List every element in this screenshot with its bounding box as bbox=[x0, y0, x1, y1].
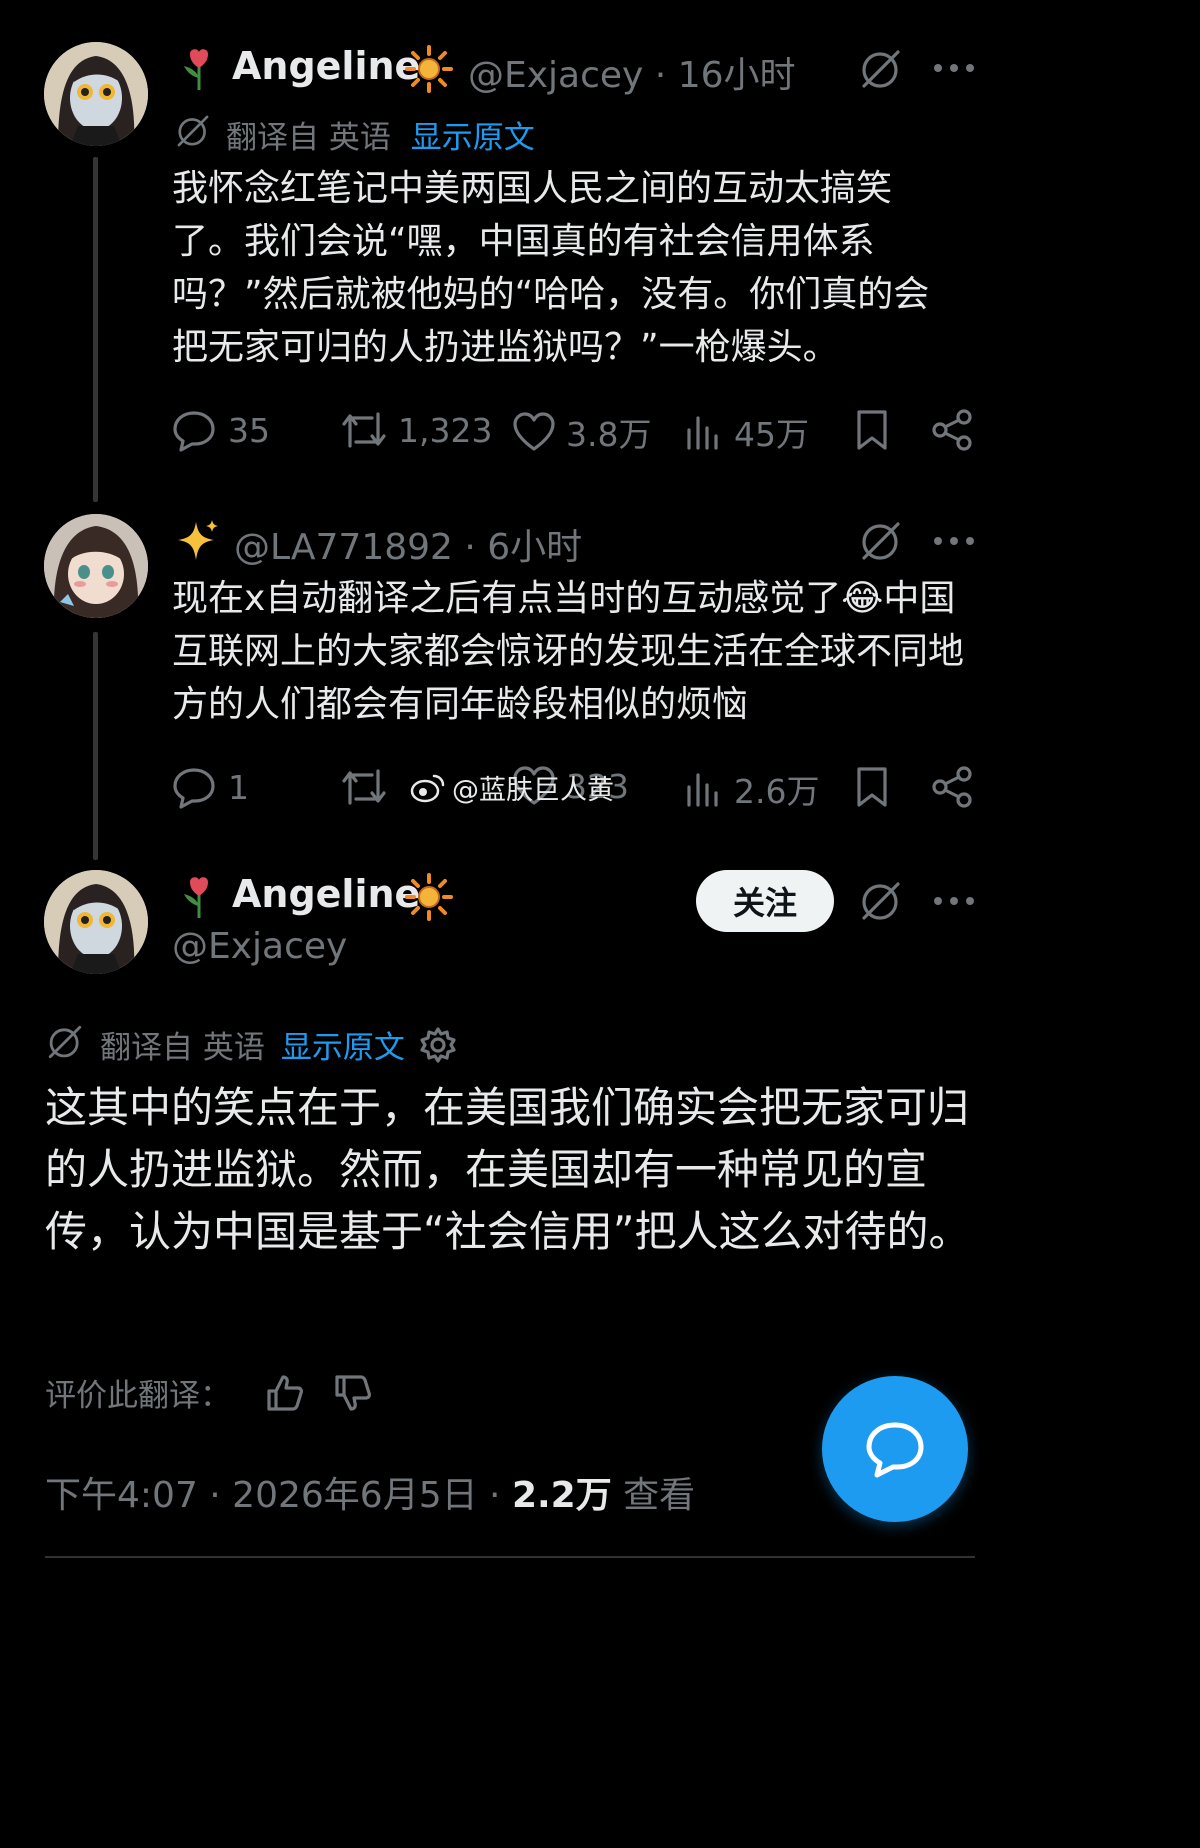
views-button[interactable]: 45万 bbox=[684, 408, 809, 456]
sun-icon bbox=[404, 44, 454, 98]
retweet-icon[interactable] bbox=[340, 765, 388, 813]
more-icon[interactable] bbox=[934, 537, 974, 545]
author-name[interactable]: Angeline bbox=[232, 44, 420, 88]
share-icon[interactable] bbox=[930, 765, 974, 813]
avatar[interactable] bbox=[44, 514, 148, 618]
grok-icon[interactable] bbox=[858, 46, 904, 96]
sun-icon bbox=[404, 872, 454, 926]
more-icon[interactable] bbox=[934, 897, 974, 905]
share-icon[interactable] bbox=[930, 408, 974, 456]
gear-icon[interactable] bbox=[419, 1026, 457, 1064]
bookmark-icon[interactable] bbox=[854, 408, 890, 456]
grok-icon[interactable] bbox=[858, 518, 904, 568]
translated-from: 翻译自 英语 bbox=[226, 120, 391, 156]
translated-from: 翻译自 英语 bbox=[100, 1030, 265, 1066]
views-button[interactable]: 2.6万 bbox=[684, 765, 819, 813]
reply-button[interactable]: 1 bbox=[172, 765, 249, 809]
avatar[interactable] bbox=[44, 870, 148, 974]
tweet-meta: 下午4:07 · 2026年6月5日 · 2.2万 查看 bbox=[45, 1466, 695, 1518]
retweet-icon bbox=[342, 412, 386, 448]
author-handle[interactable]: @Exjacey bbox=[172, 926, 347, 967]
author-name[interactable]: Angeline bbox=[232, 872, 420, 916]
author-handle[interactable]: @LA771892 · 6小时 bbox=[234, 518, 582, 570]
retweet-count: 1,323 bbox=[398, 410, 493, 450]
like-button[interactable]: 3.8万 bbox=[512, 408, 651, 456]
grok-icon[interactable] bbox=[858, 878, 904, 928]
thumbs-up-icon[interactable] bbox=[265, 1373, 305, 1413]
thread-line bbox=[93, 632, 98, 860]
more-icon[interactable] bbox=[934, 64, 974, 72]
watermark-text: @蓝肤巨人黄 bbox=[452, 775, 614, 806]
reply-icon bbox=[173, 768, 215, 809]
translation-notice: 翻译自 英语 显示原文 bbox=[100, 1022, 457, 1067]
like-icon bbox=[513, 412, 555, 451]
weibo-icon bbox=[410, 774, 445, 802]
follow-button[interactable]: 关注 bbox=[696, 870, 834, 932]
tweet-timestamp[interactable]: 下午4:07 · 2026年6月5日 · bbox=[45, 1475, 512, 1516]
tweet-text: 现在x自动翻译之后有点当时的互动感觉了😂中国互联网上的大家都会惊讶的发现生活在全… bbox=[172, 578, 965, 725]
compose-reply-button[interactable] bbox=[822, 1376, 968, 1522]
view-count: 2.2万 bbox=[511, 1475, 612, 1516]
thread-line bbox=[93, 157, 98, 502]
tweet-text: 我怀念红笔记中美两国人民之间的互动太搞笑了。我们会说“嘿，中国真的有社会信用体系… bbox=[172, 168, 930, 368]
translate-icon bbox=[174, 112, 212, 154]
compose-reply-icon bbox=[866, 1422, 924, 1478]
views-icon bbox=[687, 416, 718, 450]
rose-icon bbox=[178, 46, 220, 96]
like-count: 3.8万 bbox=[566, 415, 652, 454]
author-handle[interactable]: @Exjacey · 16小时 bbox=[468, 46, 796, 98]
sparkles-icon bbox=[174, 518, 220, 568]
rate-translation: 评价此翻译： bbox=[45, 1370, 373, 1415]
show-original-link[interactable]: 显示原文 bbox=[281, 1022, 405, 1067]
reply-button[interactable]: 35 bbox=[172, 408, 270, 452]
retweet-button[interactable]: 1,323 bbox=[340, 408, 492, 452]
divider bbox=[45, 1556, 975, 1558]
avatar[interactable] bbox=[44, 42, 148, 146]
watermark: @蓝肤巨人黄 bbox=[410, 768, 614, 807]
translate-icon bbox=[45, 1022, 85, 1066]
views-count: 45万 bbox=[734, 415, 809, 454]
bookmark-icon[interactable] bbox=[854, 765, 890, 813]
reply-count: 35 bbox=[228, 410, 270, 450]
views-count: 2.6万 bbox=[734, 772, 820, 811]
thumbs-down-icon[interactable] bbox=[333, 1373, 373, 1413]
reply-icon bbox=[173, 411, 215, 452]
main-tweet-text: 这其中的笑点在于，在美国我们确实会把无家可归的人扔进监狱。然而，在美国却有一种常… bbox=[45, 1083, 971, 1256]
views-icon bbox=[687, 773, 718, 807]
show-original-link[interactable]: 显示原文 bbox=[411, 120, 535, 156]
reply-count: 1 bbox=[228, 767, 249, 807]
rate-label: 评价此翻译： bbox=[45, 1378, 231, 1414]
rose-icon bbox=[178, 874, 220, 924]
translation-notice: 翻译自 英语 显示原文 bbox=[226, 112, 535, 157]
views-label: 查看 bbox=[611, 1475, 696, 1516]
